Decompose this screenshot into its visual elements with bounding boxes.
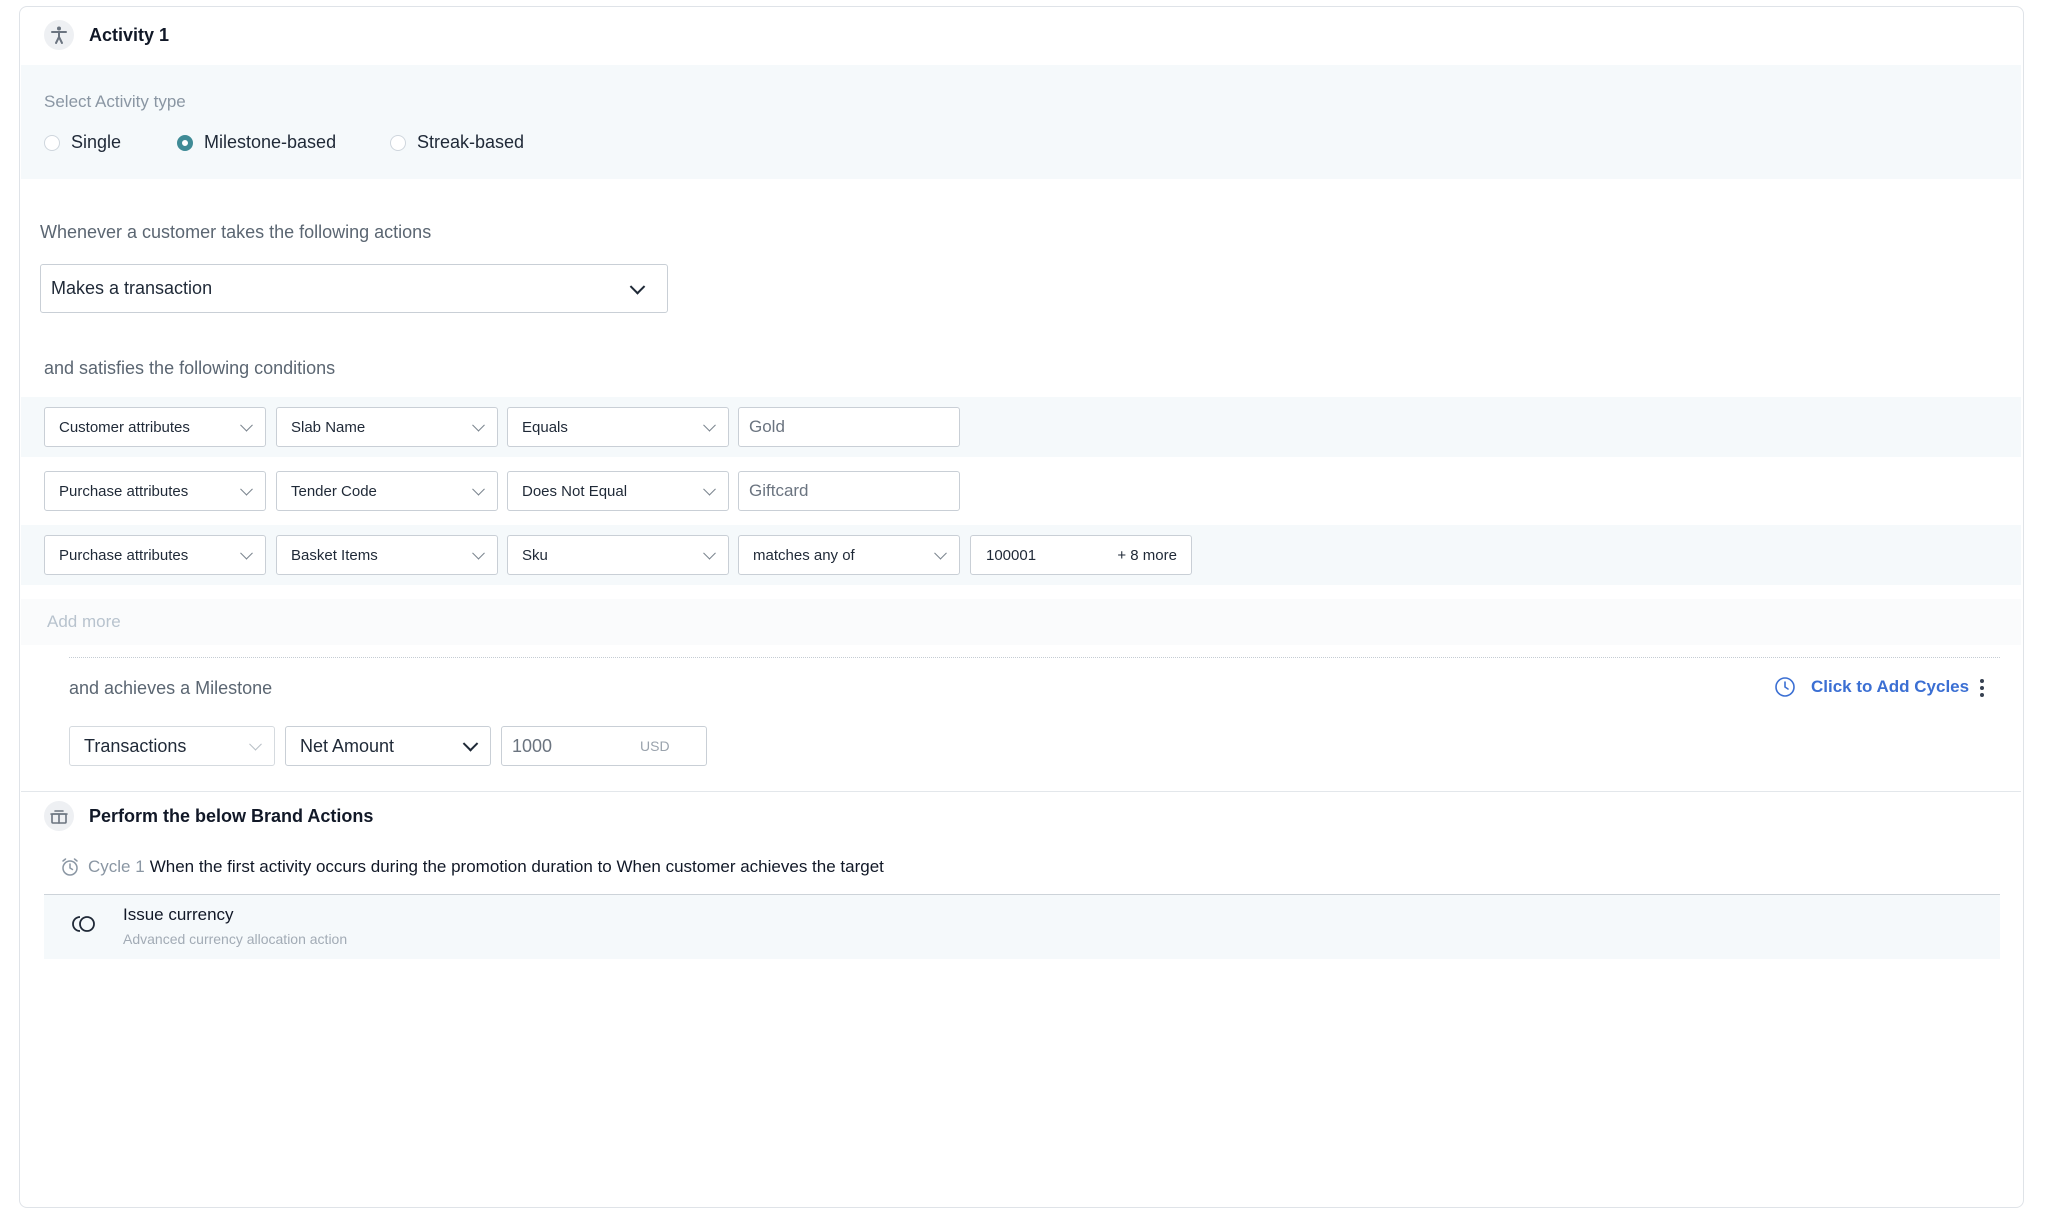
chevron-down-icon	[703, 546, 716, 560]
condition-3-operator-select[interactable]: Sku	[507, 535, 729, 575]
radio-streak-dot[interactable]	[390, 134, 406, 151]
condition-3-attribute-value: Basket Items	[291, 546, 378, 564]
condition-1-attribute-value: Slab Name	[291, 418, 366, 436]
cycle-row: Cycle 1 When the first activity occurs d…	[60, 857, 884, 877]
condition-1-value-text: Gold	[749, 417, 785, 436]
condition-2-attribute-select[interactable]: Tender Code	[276, 471, 498, 511]
condition-1-value-input[interactable]: Gold	[738, 407, 960, 447]
add-more-row	[21, 599, 2021, 645]
currency-unit: USD	[640, 738, 670, 754]
add-more-link[interactable]: Add more	[47, 612, 121, 632]
clock-icon	[1775, 677, 1795, 697]
chevron-down-icon	[240, 418, 253, 432]
milestone-divider	[69, 657, 2000, 658]
currency-icon	[71, 914, 97, 939]
trigger-label: Whenever a customer takes the following …	[40, 222, 432, 242]
chevron-down-icon	[249, 737, 262, 751]
milestone-measure-value: Net Amount	[300, 735, 395, 756]
condition-3-value-text: 100001	[986, 546, 1037, 564]
issue-currency-row[interactable]	[44, 894, 2000, 959]
condition-3-operator-value: Sku	[522, 546, 548, 564]
radio-milestone-label: Milestone-based	[204, 132, 337, 152]
condition-3-matcher-select[interactable]: matches any of	[738, 535, 960, 575]
milestone-target-input[interactable]: 1000 USD	[501, 726, 707, 766]
radio-milestone-based[interactable]: Milestone-based	[177, 132, 336, 153]
condition-3-more-badge[interactable]: + 8 more	[1117, 547, 1177, 564]
condition-1-operator-value: Equals	[522, 418, 568, 436]
condition-3-category-value: Purchase attributes	[59, 546, 189, 564]
chevron-down-icon	[629, 278, 646, 295]
more-options-icon[interactable]	[1976, 677, 1988, 699]
section-divider	[21, 791, 2021, 792]
condition-1-attribute-select[interactable]: Slab Name	[276, 407, 498, 447]
condition-1-operator-select[interactable]: Equals	[507, 407, 729, 447]
issue-currency-title: Issue currency	[123, 905, 234, 924]
action-select[interactable]: Makes a transaction	[40, 264, 668, 313]
conditions-label: and satisfies the following conditions	[44, 358, 336, 378]
condition-3-matcher-value: matches any of	[753, 546, 855, 564]
condition-2-attribute-value: Tender Code	[291, 482, 377, 500]
chevron-down-icon	[462, 736, 479, 752]
milestone-metric-value: Transactions	[84, 735, 187, 756]
radio-single[interactable]: Single	[44, 132, 121, 153]
alarm-clock-icon	[62, 858, 78, 876]
condition-2-operator-value: Does Not Equal	[522, 482, 628, 500]
condition-2-operator-select[interactable]: Does Not Equal	[507, 471, 729, 511]
activity-title: Activity 1	[89, 25, 170, 45]
condition-3-values-input[interactable]: 100001 + 8 more	[970, 535, 1192, 575]
chevron-down-icon	[703, 482, 716, 496]
condition-1-category-value: Customer attributes	[59, 418, 190, 436]
action-select-value: Makes a transaction	[51, 278, 213, 298]
condition-3-attribute-select[interactable]: Basket Items	[276, 535, 498, 575]
issue-currency-description: Advanced currency allocation action	[123, 931, 348, 947]
brand-actions-title: Perform the below Brand Actions	[89, 806, 374, 826]
accessibility-icon	[44, 20, 74, 50]
condition-2-category-select[interactable]: Purchase attributes	[44, 471, 266, 511]
radio-single-label: Single	[71, 132, 122, 152]
milestone-measure-select[interactable]: Net Amount	[285, 726, 491, 766]
chevron-down-icon	[934, 546, 947, 560]
milestone-target-value: 1000	[512, 735, 553, 756]
radio-single-dot[interactable]	[44, 134, 60, 151]
milestone-metric-select[interactable]: Transactions	[69, 726, 275, 766]
cycle-description: When the first activity occurs during th…	[149, 857, 884, 876]
radio-streak-label: Streak-based	[417, 132, 525, 152]
milestone-label: and achieves a Milestone	[69, 678, 273, 698]
chevron-down-icon	[472, 482, 485, 496]
radio-streak-based[interactable]: Streak-based	[390, 132, 524, 153]
chevron-down-icon	[240, 546, 253, 560]
condition-3-category-select[interactable]: Purchase attributes	[44, 535, 266, 575]
add-cycles-button[interactable]: Click to Add Cycles	[1774, 676, 1969, 698]
radio-milestone-dot[interactable]	[177, 134, 193, 151]
activity-type-label: Select Activity type	[44, 92, 186, 111]
condition-2-category-value: Purchase attributes	[59, 482, 189, 500]
add-cycles-label: Click to Add Cycles	[1811, 677, 1970, 696]
gift-icon	[44, 801, 74, 831]
activity-type-section	[21, 65, 2021, 179]
chevron-down-icon	[240, 482, 253, 496]
chevron-down-icon	[472, 546, 485, 560]
condition-1-category-select[interactable]: Customer attributes	[44, 407, 266, 447]
chevron-down-icon	[703, 418, 716, 432]
condition-2-value-input[interactable]: Giftcard	[738, 471, 960, 511]
cycle-label: Cycle 1	[88, 857, 145, 876]
condition-2-value-text: Giftcard	[749, 481, 809, 500]
chevron-down-icon	[472, 418, 485, 432]
